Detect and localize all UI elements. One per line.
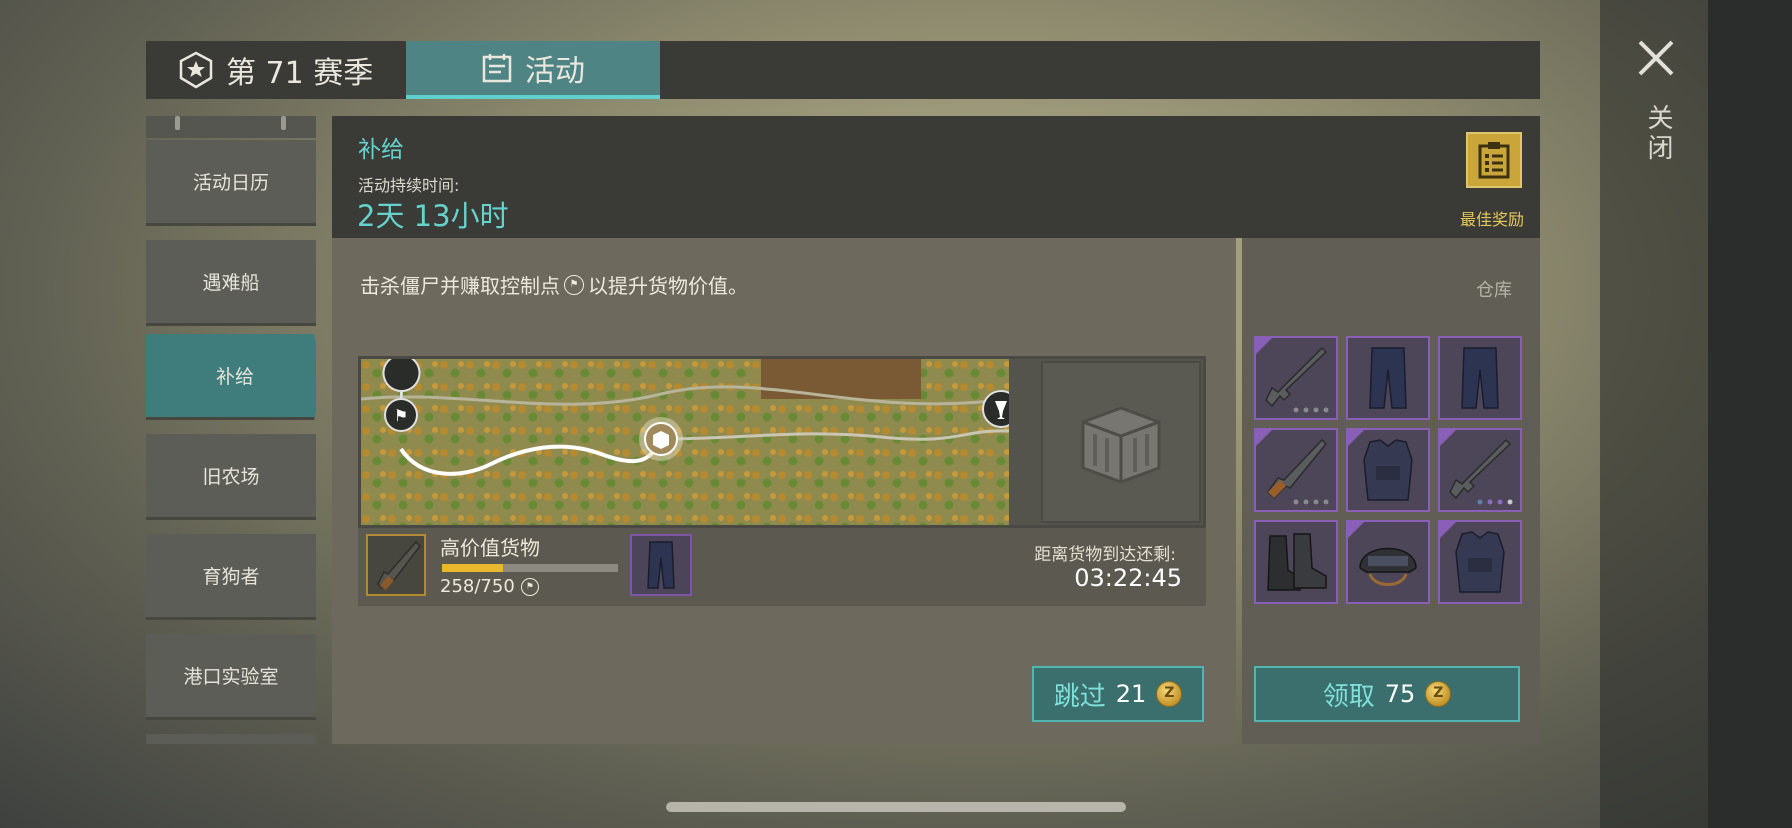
tactical-pants-icon	[1461, 347, 1499, 409]
shotgun-item[interactable]	[366, 534, 426, 596]
tactical-pants-icon	[647, 541, 675, 589]
background-edge	[1708, 0, 1792, 828]
warehouse-slot[interactable]	[1438, 336, 1522, 420]
claim-button[interactable]: 领取 75 Z	[1254, 666, 1520, 722]
sidebar-item-supply[interactable]: 补给	[146, 334, 316, 420]
tab-events-label: 活动	[525, 54, 585, 89]
event-sidebar[interactable]: 活动日历 遇难船 补给 旧农场 育狗者 港口实验室	[146, 116, 316, 744]
arrival-label: 距离货物到达还剩:	[1034, 545, 1176, 565]
skip-button[interactable]: 跳过 21 Z	[1032, 666, 1204, 722]
route-map-box: ⚑	[358, 356, 1206, 528]
home-indicator[interactable]	[666, 802, 1126, 812]
sidebar-item-port-lab[interactable]: 港口实验室	[146, 634, 316, 720]
tab-season[interactable]: 第 71 赛季	[178, 41, 373, 99]
calendar-icon	[482, 54, 512, 83]
tab-events[interactable]: 活动	[406, 41, 660, 99]
cargo-count: 258/750 ⚑	[440, 576, 539, 597]
sidebar-item-calendar[interactable]: 活动日历	[146, 140, 316, 226]
sidebar-scroll-top	[146, 116, 316, 138]
duration-value: 2天 13小时	[357, 199, 509, 233]
warehouse-title: 仓库	[1476, 280, 1512, 301]
warehouse-slot[interactable]	[1254, 428, 1338, 512]
warehouse-slot[interactable]	[1254, 336, 1338, 420]
control-point-icon: ⚑	[520, 577, 539, 596]
warehouse-slot[interactable]	[1254, 520, 1338, 604]
close-label[interactable]: 关闭	[1640, 104, 1677, 164]
tactical-pants-icon	[1369, 347, 1407, 409]
instruction-text: 击杀僵尸并赚取控制点 ⚑ 以提升货物价值。	[360, 274, 748, 298]
coin-icon: Z	[1156, 681, 1183, 707]
warehouse-slot[interactable]	[1346, 520, 1430, 604]
cargo-status-row: 高价值货物 258/750 ⚑ 距离货物到达还剩: 03:22:45	[358, 528, 1206, 606]
cargo-crate	[1041, 361, 1201, 523]
warehouse-slot[interactable]	[1438, 428, 1522, 512]
warehouse-slot[interactable]	[1438, 520, 1522, 604]
best-reward-button[interactable]	[1466, 132, 1522, 188]
sidebar-item-dog-breeder[interactable]: 育狗者	[146, 534, 316, 620]
cargo-progress-bar	[442, 564, 618, 572]
top-tab-bar: 第 71 赛季 活动	[146, 41, 1540, 99]
sidebar-item-old-farm[interactable]: 旧农场	[146, 434, 316, 520]
event-title: 补给	[358, 137, 404, 163]
warehouse-panel: 仓库 领取 75 Z	[1242, 238, 1540, 744]
best-reward-label[interactable]: 最佳奖励	[1460, 206, 1524, 230]
cargo-progress-fill	[442, 564, 503, 572]
combat-boots-icon	[1267, 533, 1327, 591]
sidebar-item-shipwreck[interactable]: 遇难船	[146, 240, 316, 326]
pants-item[interactable]	[630, 534, 692, 596]
sidebar-item-partial[interactable]	[146, 734, 316, 744]
svg-text:⚑: ⚑	[394, 406, 408, 425]
cargo-name: 高价值货物	[440, 536, 540, 560]
supply-panel: 击杀僵尸并赚取控制点 ⚑ 以提升货物价值。 ⚑ 高价值货物 258/750 ⚑ …	[332, 238, 1236, 744]
event-header: 补给 活动持续时间: 2天 13小时 最佳奖励	[332, 116, 1540, 238]
warehouse-grid	[1254, 336, 1522, 604]
warehouse-slot[interactable]	[1346, 336, 1430, 420]
season-badge-icon	[179, 51, 213, 89]
coin-icon: Z	[1425, 681, 1452, 707]
shotgun-icon	[377, 540, 421, 590]
wine-glass-marker-icon	[982, 390, 1009, 428]
tab-season-label: 第 71 赛季	[226, 56, 374, 91]
cargo-box-marker-icon	[639, 417, 683, 461]
route-map: ⚑	[361, 359, 1009, 525]
control-point-icon: ⚑	[564, 274, 584, 295]
warehouse-slot[interactable]	[1346, 428, 1430, 512]
arrival-timer: 03:22:45	[1074, 564, 1182, 592]
crate-icon	[1081, 406, 1161, 484]
close-icon[interactable]	[1636, 38, 1676, 78]
clipboard-icon	[1478, 142, 1510, 179]
